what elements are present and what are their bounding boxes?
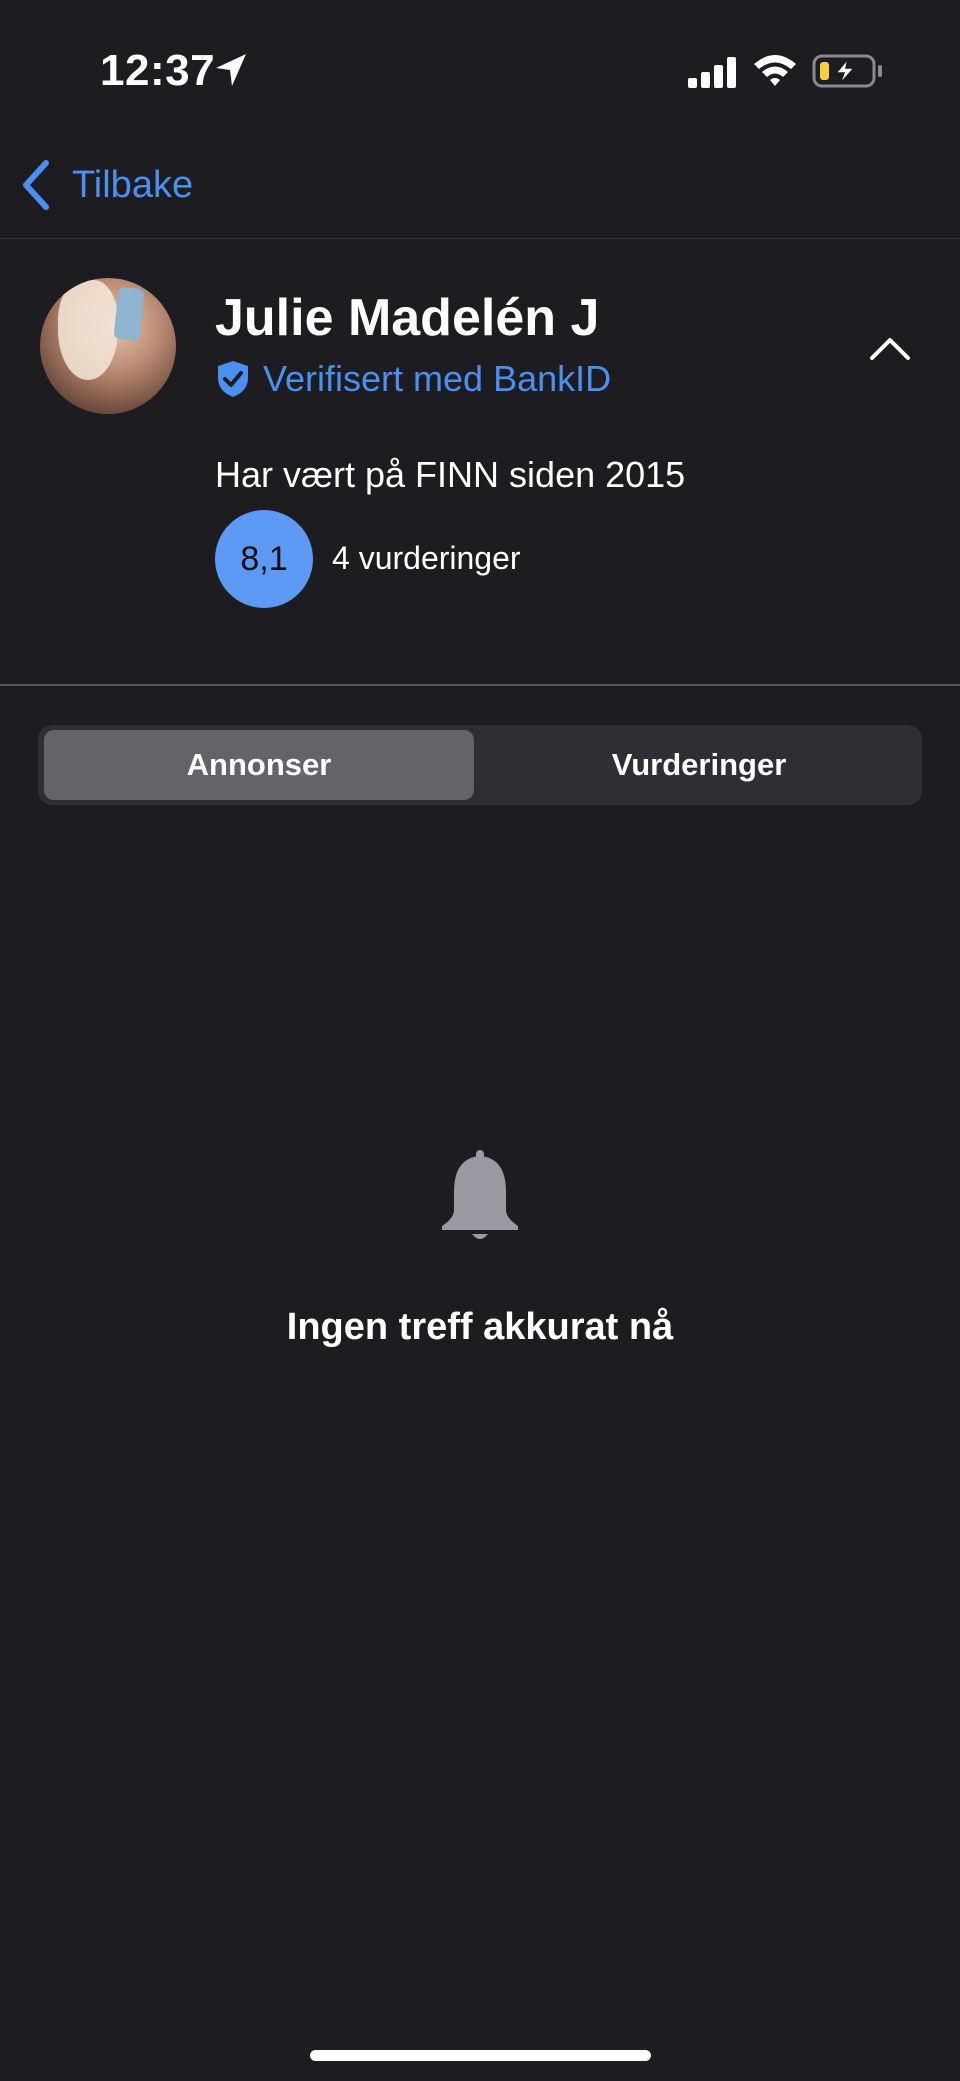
wifi-icon <box>754 55 796 86</box>
segmented-control: Annonser Vurderinger <box>38 725 922 805</box>
rating-count[interactable]: 4 vurderinger <box>332 540 521 577</box>
nav-divider <box>0 238 960 239</box>
verified-shield-icon <box>218 361 248 397</box>
avatar <box>40 278 176 414</box>
avatar-photo-detail <box>58 280 118 380</box>
profile-divider <box>0 684 960 686</box>
back-button[interactable]: Tilbake <box>18 155 193 215</box>
chevron-up-icon[interactable] <box>866 326 914 368</box>
chevron-left-icon <box>23 160 49 210</box>
empty-state-message: Ingen treff akkurat nå <box>286 1306 674 1348</box>
back-label: Tilbake <box>72 163 194 206</box>
rating-badge: 8,1 <box>215 510 313 608</box>
battery-charging-icon <box>812 54 882 88</box>
verified-badge: Verifisert med BankID <box>215 358 611 400</box>
avatar-photo-detail <box>113 286 145 342</box>
tab-vurderinger[interactable]: Vurderinger <box>482 730 916 800</box>
location-arrow-icon <box>216 54 246 86</box>
bell-icon <box>442 1150 518 1239</box>
profile-name: Julie Madelén J <box>215 289 600 347</box>
home-indicator[interactable] <box>310 2050 651 2061</box>
status-bar: 12:37 <box>0 0 960 140</box>
cellular-signal-icon <box>688 57 736 88</box>
status-time: 12:37 <box>100 46 216 95</box>
verified-label: Verifisert med BankID <box>263 358 612 399</box>
member-since: Har vært på FINN siden 2015 <box>215 454 686 495</box>
tab-annonser[interactable]: Annonser <box>44 730 474 800</box>
